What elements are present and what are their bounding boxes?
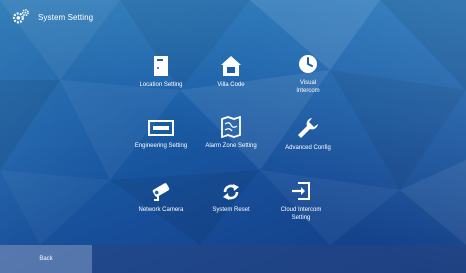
advanced-config-button[interactable]: Advanced Config	[263, 116, 353, 152]
house-icon	[221, 56, 241, 76]
keyboard-icon	[148, 120, 174, 136]
system-setting-screen: System Setting Location Setting Villa Co…	[0, 0, 466, 273]
door-room-icon	[154, 56, 168, 76]
wrench-icon	[298, 118, 318, 138]
visual-intercom-label: Visual Intercom	[296, 80, 320, 94]
visual-intercom-button[interactable]: Visual Intercom	[263, 53, 353, 95]
back-button[interactable]: Back	[0, 245, 92, 273]
clock-circle-icon	[299, 55, 317, 73]
gear-icon	[12, 9, 29, 24]
page-title: System Setting	[38, 12, 94, 22]
cloud-intercom-setting-label: Cloud Intercom Setting	[280, 207, 322, 221]
sign-in-icon	[292, 182, 310, 200]
advanced-config-label: Advanced Config	[285, 145, 331, 151]
refresh-icon	[223, 184, 239, 200]
camera-icon	[152, 183, 170, 201]
header: System Setting	[12, 9, 93, 25]
cloud-intercom-setting-button[interactable]: Cloud Intercom Setting	[256, 180, 346, 222]
map-icon	[221, 116, 241, 138]
